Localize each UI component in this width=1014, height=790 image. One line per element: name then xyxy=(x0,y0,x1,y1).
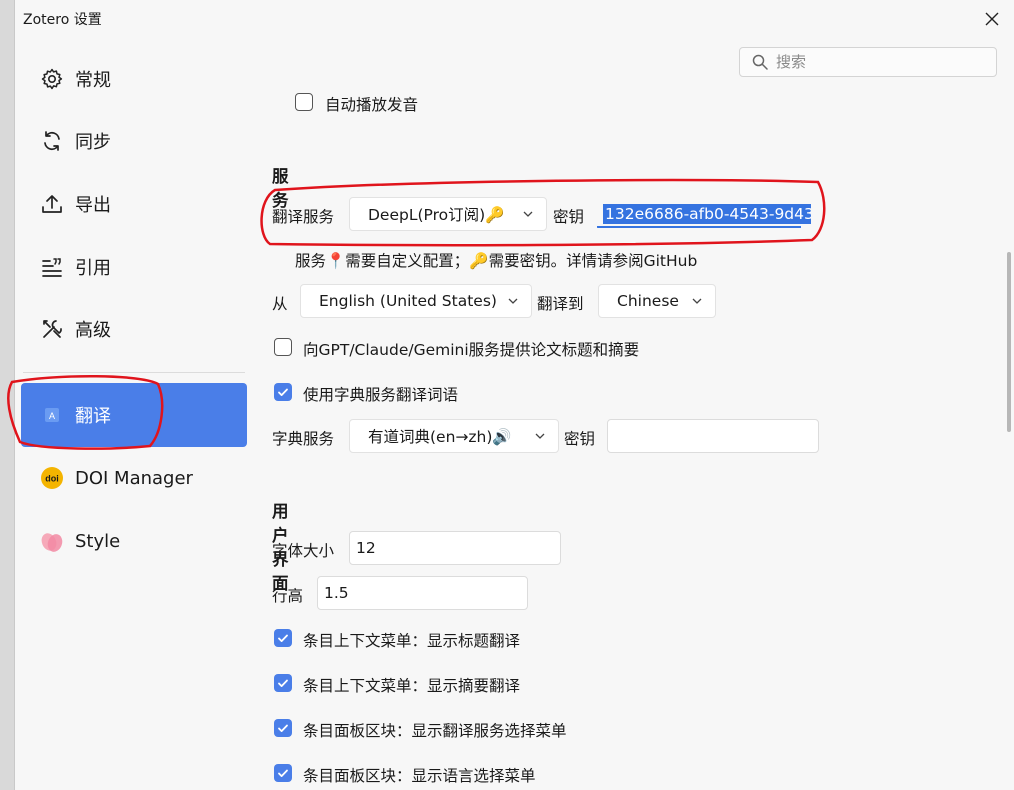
panel-service-label: 条目面板区块：显示翻译服务选择菜单 xyxy=(303,722,567,740)
gpt-label: 向GPT/Claude/Gemini服务提供论文标题和摘要 xyxy=(303,341,640,359)
dict-service-select[interactable]: 有道词典(en→zh)🔊 xyxy=(349,419,559,453)
sidebar-item-label: 导出 xyxy=(75,195,111,216)
close-icon xyxy=(985,12,999,26)
dict-key-label: 密钥 xyxy=(564,430,596,448)
dict-use-checkbox[interactable] xyxy=(274,383,292,401)
search-icon xyxy=(752,54,768,70)
checkmark-icon xyxy=(278,769,288,777)
sidebar-item-style[interactable]: Style xyxy=(21,510,247,572)
from-language-select[interactable]: English (United States) xyxy=(300,284,532,318)
cite-icon xyxy=(39,254,65,280)
style-petal-icon xyxy=(39,528,65,554)
checkmark-icon xyxy=(278,634,288,642)
tools-icon xyxy=(39,316,65,342)
export-icon xyxy=(39,191,65,217)
autoplay-label: 自动播放发音 xyxy=(325,96,419,114)
service-heading: 服务 xyxy=(272,167,289,210)
search-box[interactable] xyxy=(739,47,997,77)
sidebar-item-label: Style xyxy=(75,530,121,552)
font-size-label: 字体大小 xyxy=(272,542,335,560)
window-title: Zotero 设置 xyxy=(23,12,102,28)
sidebar-item-label: 同步 xyxy=(75,132,111,153)
panel-language-checkbox[interactable] xyxy=(274,764,292,782)
chevron-down-icon xyxy=(692,298,702,304)
sidebar-item-general[interactable]: 常规 xyxy=(21,48,247,110)
svg-text:A: A xyxy=(49,411,55,421)
key-label: 密钥 xyxy=(553,208,585,226)
translate-service-value: DeepL(Pro订阅)🔑 xyxy=(368,206,505,224)
sidebar-item-label: DOI Manager xyxy=(75,467,193,489)
sidebar-divider xyxy=(23,372,245,373)
translate-service-label: 翻译服务 xyxy=(272,208,335,226)
sidebar-item-translate[interactable]: A 翻译 xyxy=(21,383,247,447)
line-height-input[interactable]: 1.5 xyxy=(317,576,528,610)
sidebar-item-advanced[interactable]: 高级 xyxy=(21,298,247,360)
context-title-checkbox[interactable] xyxy=(274,629,292,647)
panel-language-label: 条目面板区块：显示语言选择菜单 xyxy=(303,767,536,785)
key-focus-underline xyxy=(597,226,801,228)
to-language-value: Chinese xyxy=(617,292,679,310)
font-size-input[interactable]: 12 xyxy=(349,531,561,565)
dict-key-input[interactable] xyxy=(607,419,819,453)
key-input[interactable]: 132e6686-afb0-4543-9d43 xyxy=(597,197,811,231)
to-language-select[interactable]: Chinese xyxy=(598,284,716,318)
checkmark-icon xyxy=(278,724,288,732)
checkmark-icon xyxy=(278,388,288,396)
panel-service-checkbox[interactable] xyxy=(274,719,292,737)
sidebar-item-label: 翻译 xyxy=(75,406,111,427)
translate-icon: A xyxy=(39,402,65,428)
to-label: 翻译到 xyxy=(537,295,584,313)
autoplay-checkbox[interactable] xyxy=(295,93,313,111)
gear-icon xyxy=(39,66,65,92)
doi-icon: doi xyxy=(39,465,65,491)
context-abstract-checkbox[interactable] xyxy=(274,674,292,692)
dict-service-value: 有道词典(en→zh)🔊 xyxy=(368,428,512,446)
sidebar-item-label: 高级 xyxy=(75,320,111,341)
context-abstract-label: 条目上下文菜单：显示摘要翻译 xyxy=(303,677,521,695)
from-label: 从 xyxy=(272,295,288,313)
settings-window: Zotero 设置 常规 同步 导出 引用 高级 A 翻译 doi DOI Ma… xyxy=(14,0,1014,790)
key-value: 132e6686-afb0-4543-9d43 xyxy=(603,204,811,224)
line-height-value: 1.5 xyxy=(324,584,349,602)
checkmark-icon xyxy=(278,679,288,687)
line-height-label: 行高 xyxy=(272,587,304,605)
sidebar-item-doi-manager[interactable]: doi DOI Manager xyxy=(21,447,247,509)
service-note: 服务📍需要自定义配置；🔑需要密钥。详情请参阅GitHub xyxy=(295,252,698,270)
context-title-label: 条目上下文菜单：显示标题翻译 xyxy=(303,632,521,650)
sidebar-item-label: 常规 xyxy=(75,70,111,91)
sync-icon xyxy=(39,128,65,154)
gpt-checkbox[interactable] xyxy=(274,338,292,356)
sidebar-item-export[interactable]: 导出 xyxy=(21,173,247,235)
font-size-value: 12 xyxy=(356,539,376,557)
close-button[interactable] xyxy=(976,4,1008,34)
svg-text:doi: doi xyxy=(45,474,59,484)
search-input[interactable] xyxy=(774,52,978,72)
dict-use-label: 使用字典服务翻译词语 xyxy=(303,386,459,404)
sidebar-item-label: 引用 xyxy=(75,258,111,279)
chevron-down-icon xyxy=(508,298,518,304)
chevron-down-icon xyxy=(535,433,545,439)
dict-service-label: 字典服务 xyxy=(272,430,335,448)
translate-service-select[interactable]: DeepL(Pro订阅)🔑 xyxy=(349,197,547,231)
chevron-down-icon xyxy=(523,211,533,217)
from-language-value: English (United States) xyxy=(319,292,497,310)
scrollbar-thumb[interactable] xyxy=(1007,252,1011,432)
title-bar: Zotero 设置 xyxy=(15,0,1014,38)
sidebar-item-sync[interactable]: 同步 xyxy=(21,110,247,172)
sidebar-item-cite[interactable]: 引用 xyxy=(21,236,247,298)
